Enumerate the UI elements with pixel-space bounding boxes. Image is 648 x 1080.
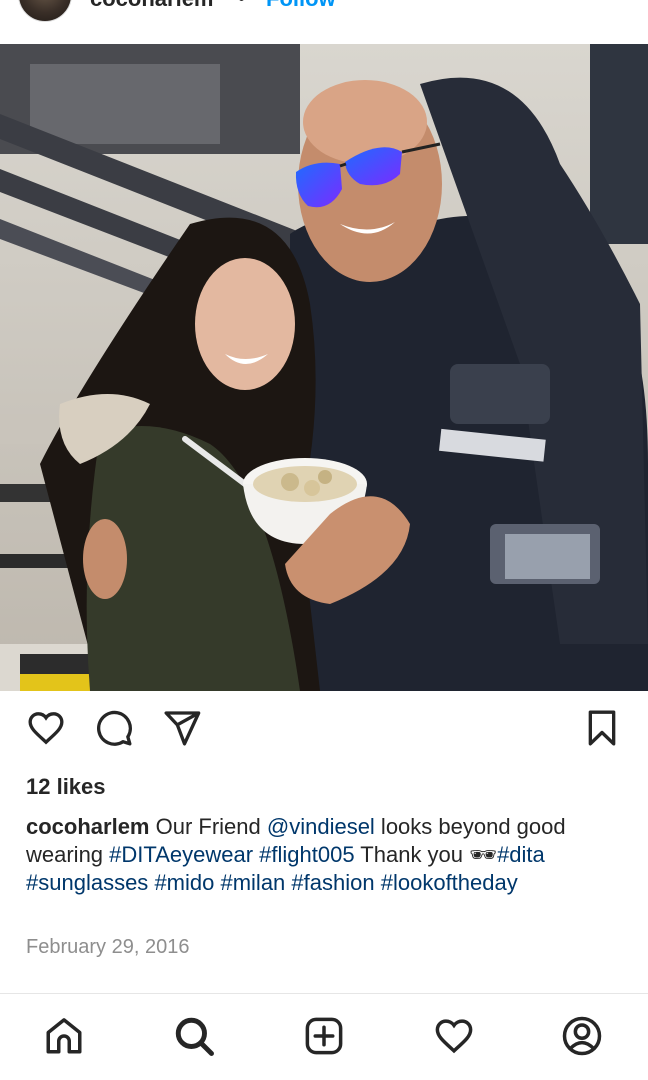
avatar[interactable] xyxy=(18,0,72,22)
comment-button[interactable] xyxy=(92,706,136,750)
caption-hashtag[interactable]: #fashion xyxy=(291,870,374,895)
post-author-username[interactable]: cocoharlem xyxy=(90,0,214,12)
caption-hashtag[interactable]: #flight005 xyxy=(259,842,354,867)
post-date: February 29, 2016 xyxy=(26,936,190,958)
search-icon xyxy=(175,1017,214,1056)
nav-profile[interactable] xyxy=(558,1012,606,1060)
bottom-nav xyxy=(0,994,648,1080)
likes-count[interactable]: 12 likes xyxy=(26,774,106,800)
activity-icon xyxy=(435,1019,473,1054)
create-icon xyxy=(305,1017,343,1055)
caption-username[interactable]: cocoharlem xyxy=(26,814,150,839)
like-button[interactable] xyxy=(24,706,68,750)
caption-text: Our Friend xyxy=(149,814,267,839)
caption-text: Thank you 🕶 xyxy=(354,842,498,867)
heart-icon xyxy=(28,712,64,745)
caption-hashtag[interactable]: #dita xyxy=(497,842,545,867)
post-photo-image xyxy=(0,44,648,691)
home-icon xyxy=(46,1018,82,1054)
post-photo[interactable] xyxy=(0,44,648,691)
caption-mention[interactable]: @vindiesel xyxy=(267,814,375,839)
profile-icon xyxy=(562,1016,602,1056)
send-icon xyxy=(164,711,201,746)
caption-hashtag[interactable]: #lookoftheday xyxy=(381,870,518,895)
post-action-bar xyxy=(0,706,648,760)
nav-search[interactable] xyxy=(170,1012,218,1060)
bookmark-icon xyxy=(588,710,616,746)
caption-hashtag[interactable]: #mido xyxy=(154,870,214,895)
comment-icon xyxy=(97,710,132,746)
caption-hashtag[interactable]: #sunglasses xyxy=(26,870,148,895)
nav-home[interactable] xyxy=(40,1012,88,1060)
follow-button[interactable]: Follow xyxy=(266,0,336,12)
nav-create[interactable] xyxy=(300,1012,348,1060)
nav-activity[interactable] xyxy=(430,1012,478,1060)
caption-hashtag[interactable]: #DITAeyewear xyxy=(109,842,253,867)
post-header: cocoharlem • Follow xyxy=(0,0,648,44)
header-separator: • xyxy=(238,0,245,11)
save-button[interactable] xyxy=(580,706,624,750)
caption-hashtag[interactable]: #milan xyxy=(220,870,285,895)
post-caption: cocoharlem Our Friend @vindiesel looks b… xyxy=(26,813,626,897)
share-button[interactable] xyxy=(160,706,204,750)
